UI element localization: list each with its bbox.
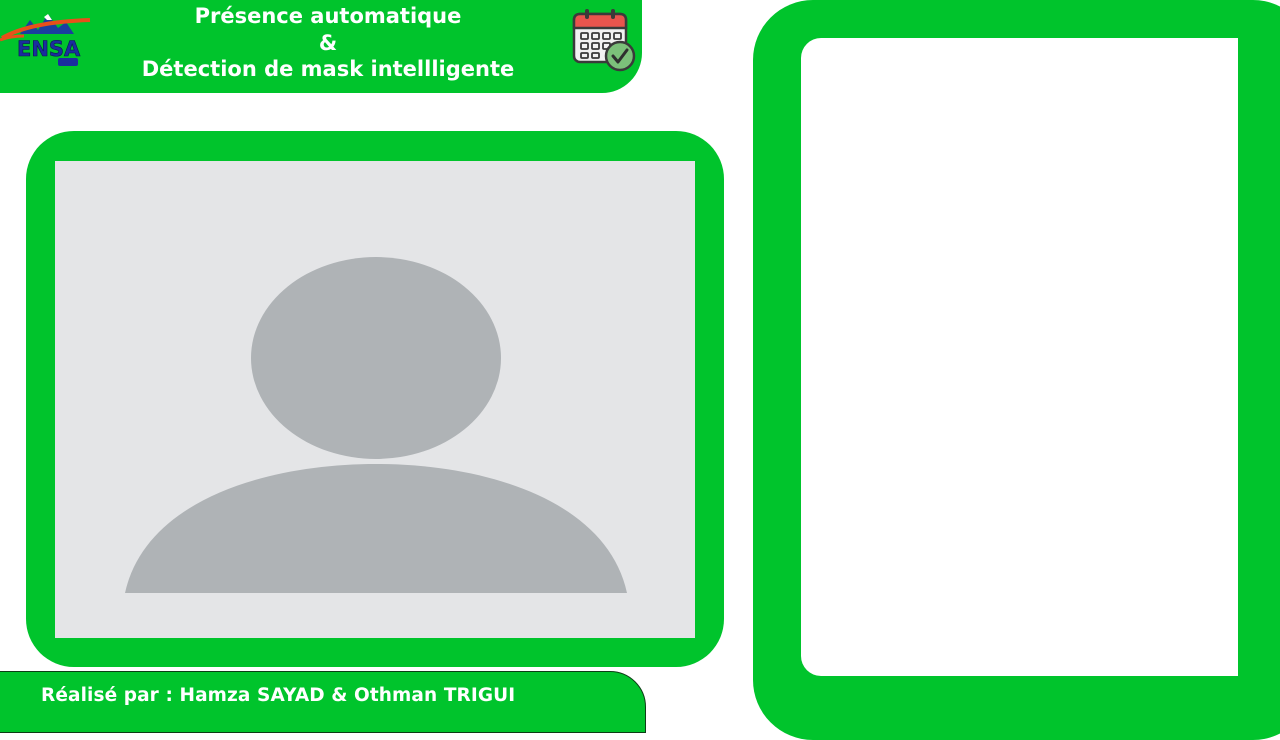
footer-credits: Réalisé par : Hamza SAYAD & Othman TRIGU… <box>41 685 516 706</box>
user-silhouette-icon <box>125 257 627 593</box>
side-panel <box>801 38 1238 676</box>
footer-bar: Réalisé par : Hamza SAYAD & Othman TRIGU… <box>0 671 646 733</box>
title-line-3: Détection de mask intellligente <box>141 57 515 81</box>
camera-frame <box>26 131 724 667</box>
avatar-body <box>125 464 627 593</box>
avatar-head <box>251 257 501 459</box>
ensa-logo: ENSA <box>0 14 91 66</box>
camera-view <box>55 161 695 638</box>
title-line-1: Présence automatique <box>194 4 462 28</box>
calendar-check-icon <box>572 9 636 72</box>
title-line-2: & <box>318 30 338 55</box>
header-bar: ENSA Présence automatique & Détection de… <box>0 0 642 93</box>
logo-text: ENSA <box>17 37 81 61</box>
app-title: Présence automatique & Détection de mask… <box>110 3 546 83</box>
side-frame <box>753 0 1280 740</box>
